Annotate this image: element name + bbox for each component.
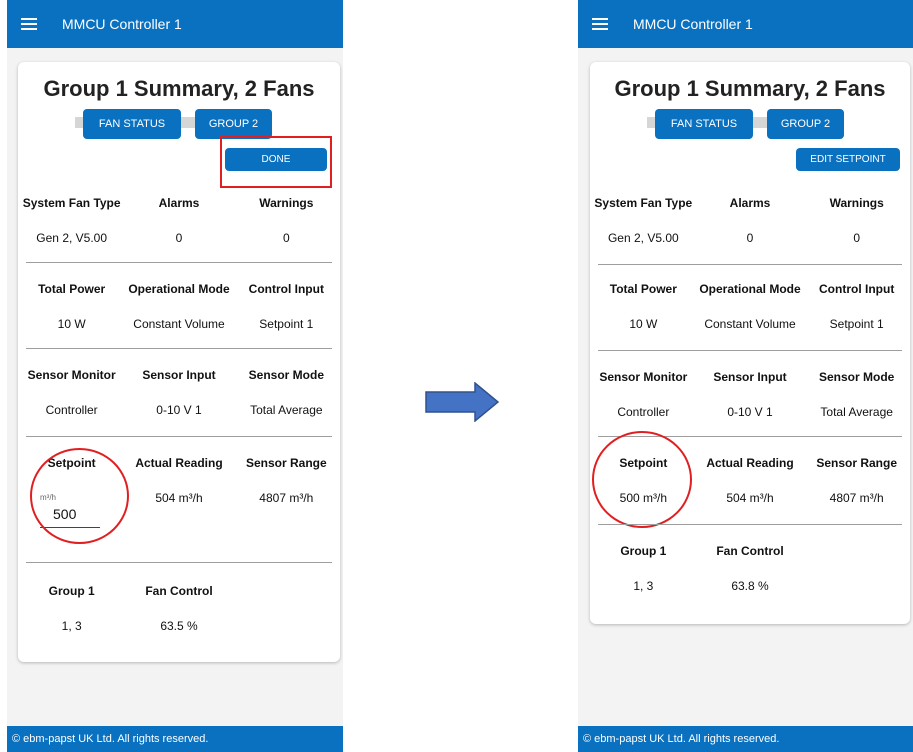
header-empty bbox=[233, 584, 340, 598]
highlight-box bbox=[220, 136, 332, 188]
value-empty bbox=[233, 619, 340, 633]
divider bbox=[598, 524, 902, 525]
value-operational-mode: Constant Volume bbox=[133, 317, 225, 331]
value-warnings: 0 bbox=[282, 231, 290, 245]
header-fan-control: Fan Control bbox=[716, 544, 784, 558]
value-system-fan-type: Gen 2, V5.00 bbox=[607, 231, 679, 245]
header-sensor-mode: Sensor Mode bbox=[819, 370, 895, 384]
value-actual-reading: 504 m³/h bbox=[155, 491, 203, 505]
header-warnings: Warnings bbox=[259, 196, 314, 210]
header-control-input: Control Input bbox=[248, 282, 324, 296]
card-title: Group 1 Summary, 2 Fans bbox=[614, 76, 886, 101]
header-sensor-mode: Sensor Mode bbox=[248, 368, 324, 382]
header-group-1: Group 1 bbox=[620, 544, 667, 558]
header-alarms: Alarms bbox=[158, 196, 200, 210]
header-sensor-range: Sensor Range bbox=[816, 456, 898, 470]
header-actual-reading: Actual Reading bbox=[706, 456, 794, 470]
value-sensor-input: 0-10 V 1 bbox=[727, 405, 773, 419]
card-title: Group 1 Summary, 2 Fans bbox=[43, 76, 315, 101]
value-alarms: 0 bbox=[175, 231, 183, 245]
header-fan-control: Fan Control bbox=[145, 584, 213, 598]
footer: © ebm-papst UK Ltd. All rights reserved. bbox=[7, 726, 343, 752]
divider bbox=[598, 264, 902, 265]
header-group-1: Group 1 bbox=[48, 584, 95, 598]
value-group-1: 1, 3 bbox=[633, 579, 654, 593]
screen-before: MMCU Controller 1 Group 1 Summary, 2 Fan… bbox=[7, 0, 343, 752]
group-2-tab[interactable]: GROUP 2 bbox=[767, 109, 844, 139]
header-empty bbox=[803, 544, 910, 558]
summary-card: Group 1 Summary, 2 Fans FAN STATUS GROUP… bbox=[18, 62, 340, 662]
divider bbox=[26, 262, 332, 263]
highlight-circle bbox=[592, 431, 692, 528]
header-control-input: Control Input bbox=[819, 282, 895, 296]
value-actual-reading: 504 m³/h bbox=[726, 491, 774, 505]
header-sensor-input: Sensor Input bbox=[713, 370, 787, 384]
header-sensor-range: Sensor Range bbox=[245, 456, 327, 470]
value-operational-mode: Constant Volume bbox=[704, 317, 796, 331]
header-sensor-monitor: Sensor Monitor bbox=[27, 368, 116, 382]
divider bbox=[26, 436, 332, 437]
header-operational-mode: Operational Mode bbox=[128, 282, 230, 296]
value-sensor-range: 4807 m³/h bbox=[259, 491, 314, 505]
footer: © ebm-papst UK Ltd. All rights reserved. bbox=[578, 726, 913, 752]
divider bbox=[26, 348, 332, 349]
value-sensor-mode: Total Average bbox=[820, 405, 893, 419]
header-sensor-monitor: Sensor Monitor bbox=[599, 370, 688, 384]
value-control-input: Setpoint 1 bbox=[259, 317, 314, 331]
value-sensor-mode: Total Average bbox=[250, 403, 323, 417]
value-system-fan-type: Gen 2, V5.00 bbox=[36, 231, 108, 245]
header-operational-mode: Operational Mode bbox=[699, 282, 801, 296]
row-sensor: Sensor Monitor Sensor Input Sensor Mode Co… bbox=[590, 370, 910, 419]
header-total-power: Total Power bbox=[609, 282, 677, 296]
app-title: MMCU Controller 1 bbox=[62, 16, 182, 32]
value-fan-control: 63.8 % bbox=[731, 579, 769, 593]
value-group-1: 1, 3 bbox=[61, 619, 82, 633]
value-sensor-input: 0-10 V 1 bbox=[156, 403, 202, 417]
value-sensor-monitor: Controller bbox=[45, 403, 98, 417]
right-arrow-icon bbox=[425, 382, 499, 422]
row-system: System Fan Type Alarms Warnings Gen 2, V5.… bbox=[590, 196, 910, 245]
app-title: MMCU Controller 1 bbox=[633, 16, 753, 32]
header-system-fan-type: System Fan Type bbox=[22, 196, 121, 210]
header-system-fan-type: System Fan Type bbox=[594, 196, 693, 210]
hamburger-menu-icon[interactable] bbox=[21, 18, 37, 30]
header-total-power: Total Power bbox=[38, 282, 106, 296]
row-group: Group 1 Fan Control 1, 3 63.5 % bbox=[18, 584, 340, 633]
row-power: Total Power Operational Mode Control Input… bbox=[18, 282, 340, 331]
header-alarms: Alarms bbox=[729, 196, 771, 210]
row-power: Total Power Operational Mode Control Input… bbox=[590, 282, 910, 331]
edit-setpoint-button[interactable]: EDIT SETPOINT bbox=[796, 148, 900, 171]
divider bbox=[26, 562, 332, 563]
fan-status-tab[interactable]: FAN STATUS bbox=[655, 109, 753, 139]
value-warnings: 0 bbox=[853, 231, 861, 245]
value-sensor-monitor: Controller bbox=[617, 405, 670, 419]
value-control-input: Setpoint 1 bbox=[829, 317, 884, 331]
summary-card: Group 1 Summary, 2 Fans FAN STATUS GROUP… bbox=[590, 62, 910, 624]
screen-after: MMCU Controller 1 Group 1 Summary, 2 Fan… bbox=[578, 0, 913, 752]
header-sensor-input: Sensor Input bbox=[142, 368, 216, 382]
value-fan-control: 63.5 % bbox=[160, 619, 198, 633]
value-alarms: 0 bbox=[746, 231, 754, 245]
header-actual-reading: Actual Reading bbox=[135, 456, 223, 470]
row-system: System Fan Type Alarms Warnings Gen 2, V5.… bbox=[18, 196, 340, 245]
highlight-circle bbox=[30, 448, 129, 544]
group-2-tab[interactable]: GROUP 2 bbox=[195, 109, 272, 139]
value-total-power: 10 W bbox=[629, 317, 658, 331]
divider bbox=[598, 350, 902, 351]
header-warnings: Warnings bbox=[829, 196, 884, 210]
hamburger-menu-icon[interactable] bbox=[592, 18, 608, 30]
fan-status-tab[interactable]: FAN STATUS bbox=[83, 109, 181, 139]
app-bar: MMCU Controller 1 bbox=[7, 0, 343, 48]
row-sensor: Sensor Monitor Sensor Input Sensor Mode Co… bbox=[18, 368, 340, 417]
row-group: Group 1 Fan Control 1, 3 63.8 % bbox=[590, 544, 910, 593]
value-total-power: 10 W bbox=[57, 317, 86, 331]
value-empty bbox=[803, 579, 910, 593]
app-bar: MMCU Controller 1 bbox=[578, 0, 913, 48]
value-sensor-range: 4807 m³/h bbox=[829, 491, 884, 505]
